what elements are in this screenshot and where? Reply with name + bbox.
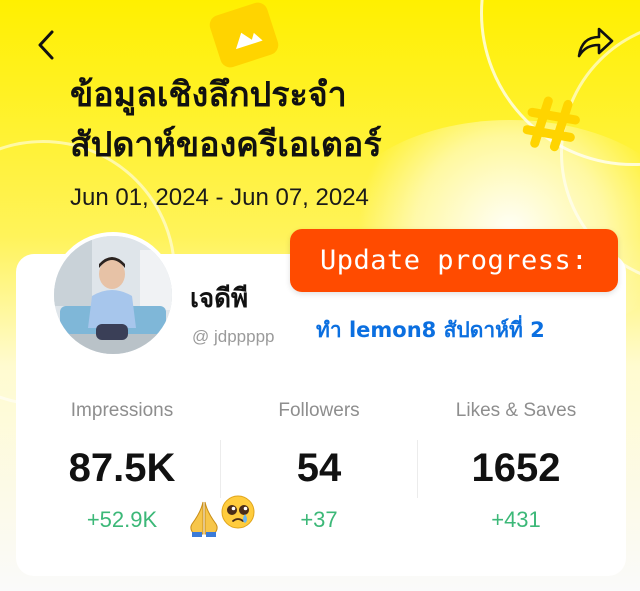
back-chevron-icon[interactable] (30, 28, 64, 66)
date-range: Jun 01, 2024 - Jun 07, 2024 (70, 184, 369, 211)
pleading-face-emoji-icon (220, 494, 256, 534)
stat-label: Likes & Saves (455, 400, 577, 421)
update-progress-subtitle: ทำ lemon8 สัปดาห์ที่ 2 (316, 318, 545, 342)
folded-hands-emoji-icon (186, 498, 222, 542)
stat-likes-saves: Likes & Saves 1652 +431 (416, 400, 616, 533)
share-arrow-icon[interactable] (575, 24, 615, 64)
profile-name: เจดีพี (190, 284, 249, 314)
stat-value: 1652 (471, 446, 561, 490)
stat-label: Impressions (70, 400, 174, 421)
update-progress-badge: Update progress: (290, 229, 618, 292)
title-line-1: ข้อมูลเชิงลึกประจำ (70, 75, 347, 115)
avatar[interactable] (50, 232, 176, 358)
profile-handle: @ jdppppp (192, 327, 275, 346)
stat-value: 54 (296, 446, 342, 490)
stat-value: 87.5K (68, 446, 176, 490)
title-line-2: สัปดาห์ของครีเอเตอร์ (70, 125, 382, 165)
page-title: ข้อมูลเชิงลึกประจำ สัปดาห์ของครีเอเตอร์ (70, 70, 540, 170)
stat-label: Followers (278, 400, 360, 421)
stat-delta: +431 (491, 507, 541, 532)
